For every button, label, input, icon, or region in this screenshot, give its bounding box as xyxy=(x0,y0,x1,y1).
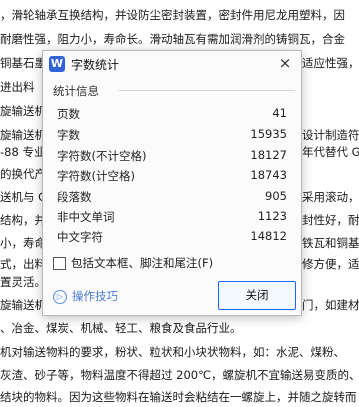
stat-label: 中文字符 xyxy=(57,230,103,244)
stat-label: 非中文单词 xyxy=(57,210,115,224)
section-title: 统计信息 xyxy=(53,84,99,98)
doc-fragment: 封性好，耐 xyxy=(302,213,359,227)
stat-row-paragraphs: 段落数 905 xyxy=(57,189,287,207)
stat-row-words: 字数 15935 xyxy=(57,127,287,145)
wps-logo-icon: W xyxy=(49,56,65,72)
dialog-title-bar[interactable]: W 字数统计 × xyxy=(43,51,301,77)
stat-row-chars-no-spaces: 字符数(不计空格) 18127 xyxy=(57,148,287,166)
include-textboxes-label[interactable]: 包括文本框、脚注和尾注(F) xyxy=(71,255,213,271)
stat-value: 15935 xyxy=(250,127,287,141)
stat-label: 字数 xyxy=(57,128,80,142)
stat-value: 905 xyxy=(265,189,287,203)
stat-label: 页数 xyxy=(57,107,80,121)
doc-line: 送机与 G xyxy=(0,190,48,204)
doc-line: 旋输送机 xyxy=(0,128,46,142)
doc-line: 旋输送机 xyxy=(0,298,46,312)
stat-row-pages: 页数 41 xyxy=(57,106,287,124)
stat-value: 1123 xyxy=(257,209,287,223)
stat-label: 字符数(不计空格) xyxy=(57,149,147,163)
word-count-dialog: W 字数统计 × 统计信息 页数 41 字数 15935 字符数(不计空格) 1… xyxy=(42,50,302,316)
stat-value: 14812 xyxy=(250,229,287,243)
doc-line: 、冶金、煤炭、机械、轻工、粮食及食品行业。 xyxy=(0,321,242,335)
doc-fragment: 适应性强， xyxy=(302,56,359,70)
doc-line: 进出料 xyxy=(0,80,35,94)
doc-line: 灰渣、砂子等，物料温度不得超过 200℃，螺旋机不宜输送易变质的、 xyxy=(0,368,359,382)
include-textboxes-checkbox[interactable] xyxy=(53,257,66,270)
doc-fragment: 设计制造符 xyxy=(302,128,359,142)
doc-line: 结块的物料。因为这些物料在输送时会粘结在一螺旋上，并随之旋转而 xyxy=(0,390,357,404)
stat-row-non-chinese-words: 非中文单词 1123 xyxy=(57,209,287,227)
doc-fragment: 门，如建材 xyxy=(302,298,359,312)
doc-fragment: 修方便，适 xyxy=(302,257,359,271)
doc-fragment: 采用滚动， xyxy=(302,190,359,204)
doc-line: 式，出料 xyxy=(0,257,46,271)
stat-value: 18743 xyxy=(250,168,287,182)
doc-fragment: 铁瓦和铜基 xyxy=(302,236,359,250)
doc-line: 旋输送机 xyxy=(0,104,46,118)
close-icon[interactable]: × xyxy=(277,55,293,71)
doc-line: 小，寿命 xyxy=(0,236,46,250)
tips-link[interactable]: 操作技巧 xyxy=(72,288,118,304)
dialog-title: 字数统计 xyxy=(71,58,120,72)
stat-row-chars-with-spaces: 字符数(计空格) 18743 xyxy=(57,168,287,186)
doc-fragment: 年代替代 G xyxy=(302,145,359,159)
stat-label: 段落数 xyxy=(57,190,92,204)
doc-line: 机对输送物料的要求，粉状、粒状和小块状物料，如：水泥、煤粉、 xyxy=(0,345,345,359)
section-divider xyxy=(119,90,295,91)
stat-row-chinese-chars: 中文字符 14812 xyxy=(57,229,287,247)
doc-line: 的换代产 xyxy=(0,167,46,181)
doc-line: -88 专业 xyxy=(0,145,46,159)
stat-value: 41 xyxy=(272,106,287,120)
play-icon[interactable]: ▷ xyxy=(53,290,67,304)
stat-label: 字符数(计空格) xyxy=(57,169,135,183)
doc-line: 结构，并 xyxy=(0,213,46,227)
doc-line: ，滑轮轴承互换结构，并设防尘密封装置，密封件用尼龙用塑料，因 xyxy=(0,8,345,22)
close-button[interactable]: 关闭 xyxy=(218,281,296,310)
doc-line: 耐磨性强，阻力小，寿命长。滑动轴瓦有需加润滑剂的铸铜瓦，合金 xyxy=(0,32,345,46)
doc-line: 置灵活。 xyxy=(0,275,46,289)
stat-value: 18127 xyxy=(250,148,287,162)
doc-line: 铜基石墨 xyxy=(0,56,46,70)
